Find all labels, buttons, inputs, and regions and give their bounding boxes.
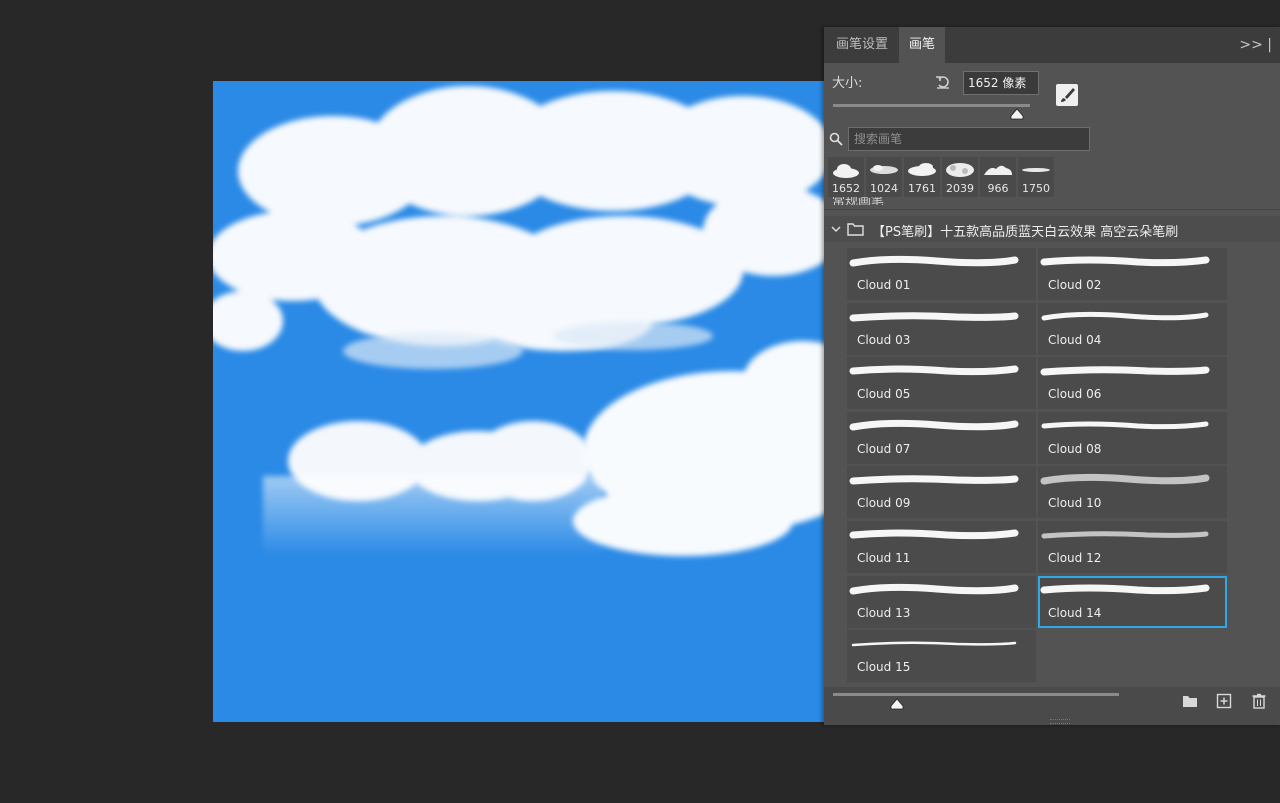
- search-brushes-input[interactable]: 搜索画笔: [848, 127, 1090, 151]
- brush-item-label: Cloud 08: [1048, 441, 1102, 456]
- brush-stroke-preview: [1040, 366, 1210, 376]
- preview-size-slider-track[interactable]: [833, 693, 1119, 696]
- canvas-document[interactable]: [213, 81, 825, 722]
- brush-stroke-preview: [849, 365, 1019, 376]
- divider: [824, 209, 1280, 210]
- brush-group-header[interactable]: 【PS笔刷】十五款高品质蓝天白云效果 高空云朵笔刷: [824, 216, 1280, 242]
- brush-item-label: Cloud 03: [857, 332, 911, 347]
- recent-brush-size: 1750: [1022, 182, 1050, 195]
- recent-brush-size: 1761: [908, 182, 936, 195]
- trash-icon[interactable]: [1251, 693, 1267, 709]
- reset-icon[interactable]: [934, 73, 952, 91]
- size-label: 大小:: [832, 76, 863, 91]
- preview-size-slider-thumb[interactable]: [890, 698, 904, 710]
- brush-item[interactable]: Cloud 13: [847, 575, 1036, 628]
- recent-brushes-row: 1652 1024 1761 2039 966 1750: [828, 157, 1054, 197]
- recent-brush[interactable]: 966: [980, 157, 1016, 197]
- brush-stroke-preview: [1040, 584, 1210, 594]
- brush-item[interactable]: Cloud 01: [847, 248, 1036, 300]
- brush-item[interactable]: Cloud 12: [1038, 521, 1227, 573]
- recent-brush[interactable]: 1750: [1018, 157, 1054, 197]
- brush-item[interactable]: Cloud 02: [1038, 248, 1227, 300]
- tab-brushes[interactable]: 画笔: [899, 27, 946, 63]
- brush-group-name: 【PS笔刷】十五款高品质蓝天白云效果 高空云朵笔刷: [872, 225, 1179, 240]
- size-slider-thumb[interactable]: [1010, 108, 1024, 120]
- brush-item[interactable]: Cloud 06: [1038, 357, 1227, 410]
- brush-item-label: Cloud 14: [1048, 605, 1102, 620]
- chevron-down-icon[interactable]: [831, 224, 841, 234]
- folder-icon: [847, 223, 864, 236]
- brush-item[interactable]: Cloud 15: [847, 630, 1036, 683]
- search-icon: [829, 132, 843, 146]
- brush-stroke-preview: [849, 255, 1019, 267]
- brush-stroke-preview: [849, 311, 1019, 322]
- brush-stroke-preview: [849, 419, 1019, 431]
- size-slider-track[interactable]: [833, 104, 1030, 107]
- brush-item[interactable]: Cloud 10: [1038, 466, 1227, 519]
- brush-list-scrollbar[interactable]: [1232, 248, 1242, 684]
- brush-item-label: Cloud 06: [1048, 387, 1102, 402]
- brush-item-label: Cloud 12: [1048, 551, 1102, 565]
- brush-item[interactable]: Cloud 04: [1038, 302, 1227, 355]
- panel-tab-bar: 画笔设置 画笔 >> |: [824, 27, 1280, 63]
- brush-item-label: Cloud 05: [857, 387, 911, 402]
- recent-brush-size: 1652: [832, 182, 860, 195]
- panel-menu-button[interactable]: >> |: [1239, 27, 1272, 63]
- brush-stroke-preview: [1041, 311, 1209, 321]
- recent-brush-size: 1024: [870, 182, 898, 195]
- panel-resize-grip[interactable]: [1050, 719, 1070, 724]
- brush-stroke-preview: [1041, 421, 1209, 429]
- brush-stroke-preview: [849, 475, 1019, 485]
- collapsed-brush-group[interactable]: 常规画笔: [832, 197, 1032, 205]
- brush-item[interactable]: Cloud 09: [847, 466, 1036, 519]
- brush-item-label: Cloud 10: [1048, 496, 1102, 511]
- collapsed-group-label: 常规画笔: [832, 197, 885, 205]
- brush-stroke-preview: [851, 641, 1017, 647]
- brush-item-label: Cloud 09: [857, 496, 911, 511]
- recent-brush-size: 2039: [946, 182, 974, 195]
- brush-stroke-preview: [1040, 474, 1210, 485]
- new-folder-icon[interactable]: [1182, 693, 1198, 709]
- brush-stroke-preview: [1040, 256, 1210, 267]
- brush-item-label: Cloud 04: [1048, 332, 1102, 347]
- brush-item[interactable]: Cloud 07: [847, 411, 1036, 464]
- brush-stroke-preview: [849, 529, 1019, 540]
- brush-item-label: Cloud 13: [857, 605, 911, 620]
- cloud-artwork: [213, 86, 825, 556]
- brush-item[interactable]: Cloud 11: [847, 521, 1036, 573]
- brush-edit-icon[interactable]: [1056, 84, 1078, 106]
- brush-item-label: Cloud 07: [857, 441, 911, 456]
- brush-item-label: Cloud 11: [857, 551, 911, 565]
- recent-brush[interactable]: 1761: [904, 157, 940, 197]
- brush-stroke-preview: [1041, 531, 1209, 539]
- brush-item[interactable]: Cloud 03: [847, 302, 1036, 355]
- brush-item-label: Cloud 15: [857, 660, 911, 675]
- brush-item[interactable]: Cloud 05: [847, 357, 1036, 410]
- tab-brush-settings[interactable]: 画笔设置: [826, 27, 898, 63]
- brush-item-label: Cloud 01: [857, 278, 911, 292]
- recent-brush[interactable]: 2039: [942, 157, 978, 197]
- recent-brush[interactable]: 1652: [828, 157, 864, 197]
- brush-item-selected[interactable]: Cloud 14: [1038, 575, 1227, 628]
- brushes-panel: 画笔设置 画笔 >> | 大小: 1652 像素 搜索画笔 1652 1024 …: [824, 27, 1280, 725]
- recent-brush-size: 966: [987, 182, 1009, 195]
- brush-item-label: Cloud 02: [1048, 278, 1102, 292]
- brush-item[interactable]: Cloud 08: [1038, 411, 1227, 464]
- size-field[interactable]: 1652 像素: [963, 71, 1039, 95]
- new-brush-icon[interactable]: [1216, 693, 1232, 709]
- recent-brush[interactable]: 1024: [866, 157, 902, 197]
- brush-stroke-preview: [849, 583, 1019, 595]
